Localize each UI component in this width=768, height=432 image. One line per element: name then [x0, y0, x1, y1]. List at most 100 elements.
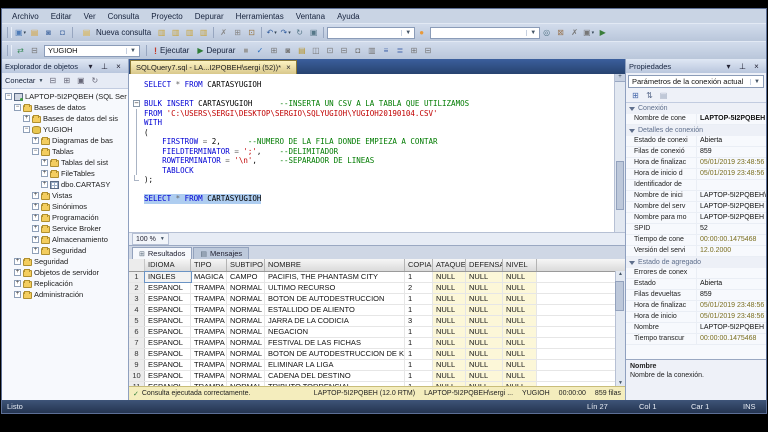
window-list-icon[interactable]: ▣▾	[582, 27, 595, 39]
grid-cell[interactable]: NORMAL	[227, 338, 265, 348]
properties-selector[interactable]: Parámetros de la conexión actual ▼	[628, 75, 764, 88]
tree-item-seguridad[interactable]: +Seguridad	[2, 256, 128, 267]
property-row-hora-de-inicio-d[interactable]: Hora de inicio d05/01/2019 23:48:56	[626, 169, 766, 180]
grid-cell[interactable]: 3	[405, 316, 433, 326]
property-row-hora-de-inicio[interactable]: Hora de inicio05/01/2019 23:48:56	[626, 312, 766, 323]
refresh-icon[interactable]: ↻	[88, 75, 101, 87]
expander-icon[interactable]: +	[32, 214, 39, 221]
expander-icon[interactable]: +	[41, 170, 48, 177]
tree-item-bases-de-datos-del-sis[interactable]: +Bases de datos del sis	[2, 113, 128, 124]
grid-cell[interactable]: 1	[405, 305, 433, 315]
grid-cell[interactable]: ESPANOL	[145, 360, 191, 370]
property-row-filas-de-conexi[interactable]: Filas de conexió859	[626, 147, 766, 158]
grid-cell[interactable]: TRIBUTO TORRENCIAL	[265, 382, 405, 386]
grid-cell[interactable]: NORMAL	[227, 371, 265, 381]
copy-icon[interactable]: ⊞	[231, 27, 244, 39]
grid-cell[interactable]: NULL	[433, 272, 466, 282]
menu-item-herramientas[interactable]: Herramientas	[230, 11, 290, 22]
paste-icon[interactable]: ⊡	[245, 27, 258, 39]
display-estimated-plan-icon[interactable]: ⊞	[267, 45, 280, 57]
find-combo[interactable]: ▼	[430, 27, 540, 39]
grid-cell[interactable]: ESPANOL	[145, 305, 191, 315]
grid-cell[interactable]: NULL	[503, 305, 537, 315]
grid-cell[interactable]: NULL	[503, 382, 537, 386]
grid-cell[interactable]: NULL	[466, 327, 503, 337]
close-icon[interactable]: ×	[112, 60, 125, 72]
query-document-tab[interactable]: SQLQuery7.sql - LA...I2PQBEH\sergi (52))…	[130, 60, 297, 74]
comment-icon[interactable]: ≡	[379, 45, 392, 57]
grid-cell[interactable]: NULL	[433, 349, 466, 359]
debug-button[interactable]: ▶ Depurar	[193, 44, 239, 57]
grid-cell[interactable]: NULL	[503, 316, 537, 326]
property-row-versi-n-del-servi[interactable]: Versión del servi12.0.2000	[626, 246, 766, 257]
grid-cell[interactable]: PACIFIS, THE PHANTASM CITY	[265, 272, 405, 282]
parse-icon[interactable]: ✓	[253, 45, 266, 57]
increase-indent-icon[interactable]: ⊟	[421, 45, 434, 57]
expander-icon[interactable]: +	[23, 115, 30, 122]
grid-cell[interactable]: TRAMPA	[191, 283, 227, 293]
property-row-hora-de-finalizac[interactable]: Hora de finalizac05/01/2019 23:48:56	[626, 158, 766, 169]
property-category-estado-de-agregado[interactable]: Estado de agregado	[626, 257, 766, 268]
property-row-tiempo-de-cone[interactable]: Tiempo de cone00:00:00.1475468	[626, 235, 766, 246]
row-number[interactable]: 1	[129, 272, 145, 282]
grid-cell[interactable]: NULL	[503, 349, 537, 359]
tree-item-tablas-del-sist[interactable]: +Tablas del sist	[2, 157, 128, 168]
grid-cell[interactable]: 1	[405, 360, 433, 370]
new-query-button[interactable]: ▤ Nueva consulta	[76, 26, 155, 39]
grid-cell[interactable]: NULL	[433, 305, 466, 315]
property-row-nombre-de-inici[interactable]: Nombre de iniciLAPTOP-5I2PQBEH\se	[626, 191, 766, 202]
grid-cell[interactable]: TRAMPA	[191, 360, 227, 370]
grid-cell[interactable]: NULL	[466, 305, 503, 315]
grid-cell[interactable]: TRAMPA	[191, 338, 227, 348]
template-explorer-icon[interactable]: ⊠	[554, 27, 567, 39]
row-number[interactable]: 5	[129, 316, 145, 326]
grid-cell[interactable]: NORMAL	[227, 349, 265, 359]
grid-cell[interactable]: 1	[405, 294, 433, 304]
grid-cell[interactable]: 1	[405, 371, 433, 381]
expander-icon[interactable]: −	[5, 93, 12, 100]
grid-cell[interactable]: ELIMINAR LA LIGA	[265, 360, 405, 370]
tree-item-service-broker[interactable]: +Service Broker	[2, 223, 128, 234]
tree-item-sin-nimos[interactable]: +Sinónimos	[2, 201, 128, 212]
menu-item-proyecto[interactable]: Proyecto	[145, 11, 189, 22]
tree-item-bases-de-datos[interactable]: −Bases de datos	[2, 102, 128, 113]
grid-cell[interactable]: NORMAL	[227, 327, 265, 337]
fold-margin[interactable]: −	[129, 99, 144, 109]
row-number[interactable]: 11	[129, 382, 145, 386]
grid-cell[interactable]: NULL	[503, 327, 537, 337]
find-icon[interactable]: ◎	[540, 27, 553, 39]
grid-cell[interactable]: NULL	[433, 294, 466, 304]
grid-cell[interactable]: NORMAL	[227, 305, 265, 315]
column-header-ataque[interactable]: ATAQUE	[433, 259, 466, 271]
tree-item-vistas[interactable]: +Vistas	[2, 190, 128, 201]
window-position-icon[interactable]: ▾	[84, 60, 97, 72]
uncomment-icon[interactable]: ≣	[393, 45, 406, 57]
grid-cell[interactable]: NORMAL	[227, 316, 265, 326]
grid-cell[interactable]: FESTIVAL DE LAS FICHAS	[265, 338, 405, 348]
tree-item-replicaci-n[interactable]: +Replicación	[2, 278, 128, 289]
collapse-region-icon[interactable]: −	[133, 100, 140, 107]
grid-cell[interactable]: BOTON DE AUTODESTRUCCION DE KOZAKY	[265, 349, 405, 359]
grid-cell[interactable]: 1	[405, 382, 433, 386]
close-icon[interactable]: ×	[750, 60, 763, 72]
tree-item-dbo-cartasy[interactable]: +dbo.CARTASY	[2, 179, 128, 190]
column-header-tipo[interactable]: TIPO	[191, 259, 227, 271]
column-header-subtipo[interactable]: SUBTIPO	[227, 259, 265, 271]
row-number[interactable]: 7	[129, 338, 145, 348]
grid-cell[interactable]: NULL	[433, 382, 466, 386]
results-tab-resultados[interactable]: ⊞Resultados	[132, 247, 192, 259]
expander-icon[interactable]: +	[14, 269, 21, 276]
grid-cell[interactable]: NULL	[466, 371, 503, 381]
grid-cell[interactable]: TRAMPA	[191, 305, 227, 315]
property-row-nombre-de-cone[interactable]: Nombre de coneLAPTOP-5I2PQBEH (LA	[626, 114, 766, 125]
grid-cell[interactable]: NORMAL	[227, 382, 265, 386]
grid-cell[interactable]: ESPANOL	[145, 338, 191, 348]
tree-item-laptop-5i2pqbeh-sql-ser[interactable]: −LAPTOP-5I2PQBEH (SQL Ser	[2, 91, 128, 102]
row-number[interactable]: 4	[129, 305, 145, 315]
editor-vertical-scrollbar[interactable]: +	[614, 74, 625, 232]
tree-item-almacenamiento[interactable]: +Almacenamiento	[2, 234, 128, 245]
redo-icon[interactable]: ↷▾	[279, 27, 292, 39]
row-number-header[interactable]	[129, 259, 145, 271]
expander-icon[interactable]: +	[32, 192, 39, 199]
tree-item-seguridad[interactable]: +Seguridad	[2, 245, 128, 256]
